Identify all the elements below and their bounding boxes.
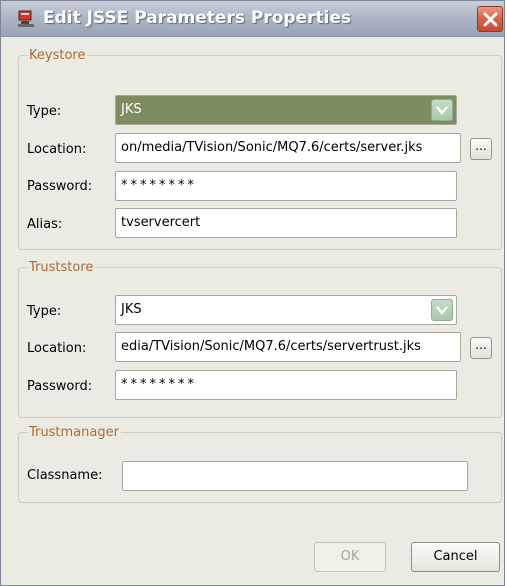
truststore-legend: Truststore [29,260,94,275]
truststore-type-value: JKS [121,302,142,317]
truststore-password-label: Password: [27,379,93,394]
truststore-location-input[interactable]: edia/TVision/Sonic/MQ7.6/certs/servertru… [115,332,461,362]
keystore-type-select[interactable]: JKS [115,95,457,125]
classname-input[interactable] [122,461,468,491]
window-title: Edit JSSE Parameters Properties [43,8,352,28]
keystore-location-input[interactable]: on/media/TVision/Sonic/MQ7.6/certs/serve… [115,133,461,163]
keystore-browse-button[interactable]: ... [470,138,492,160]
dialog-window: Edit JSSE Parameters Properties Keystore… [0,0,505,586]
keystore-type-label: Type: [27,104,62,119]
truststore-type-dropdown-button[interactable] [431,299,453,321]
keystore-location-label: Location: [27,142,87,157]
cancel-button[interactable]: Cancel [411,542,500,572]
truststore-type-select[interactable]: JKS [115,295,457,325]
keystore-alias-input[interactable]: tvservercert [115,208,457,238]
properties-icon [17,10,35,28]
truststore-location-label: Location: [27,341,87,356]
truststore-password-input[interactable]: ******** [115,370,457,400]
truststore-type-label: Type: [27,304,62,319]
title-bar[interactable]: Edit JSSE Parameters Properties [1,1,504,37]
keystore-type-value: JKS [121,102,142,117]
keystore-alias-label: Alias: [27,217,63,232]
keystore-legend: Keystore [29,48,86,63]
classname-label: Classname: [27,468,103,483]
keystore-password-label: Password: [27,179,93,194]
trustmanager-legend: Trustmanager [29,425,119,440]
ok-button[interactable]: OK [314,542,386,572]
keystore-password-input[interactable]: ******** [115,171,457,201]
truststore-browse-button[interactable]: ... [470,337,492,359]
close-button[interactable] [477,6,503,32]
keystore-type-dropdown-button[interactable] [431,99,453,121]
